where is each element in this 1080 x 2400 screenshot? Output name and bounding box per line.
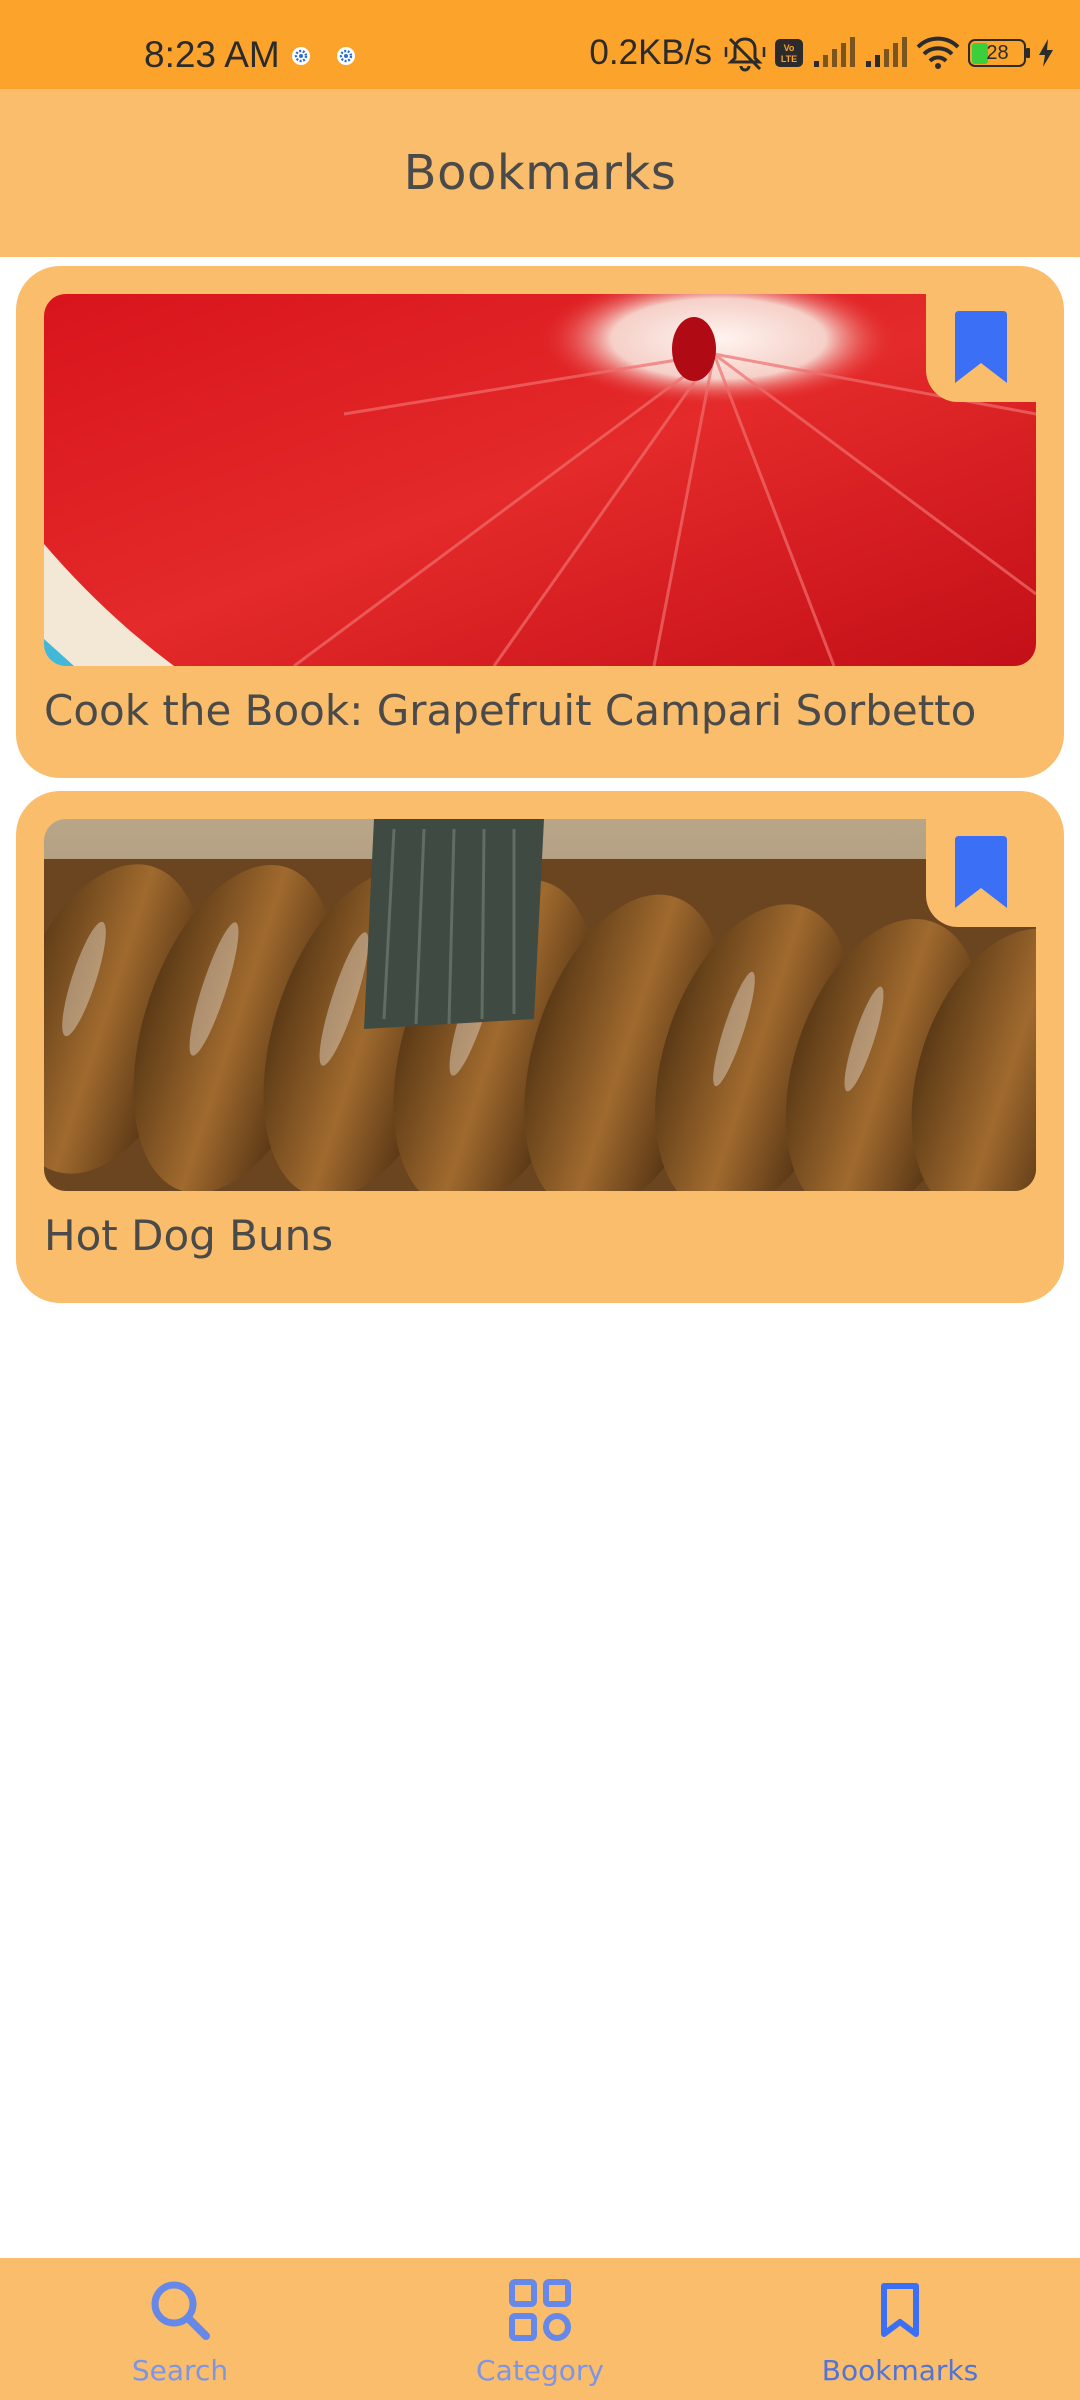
recipe-card[interactable]: Cook the Book: Grapefruit Campari Sorbet… (16, 266, 1064, 778)
status-icons: 0.2KB/s Vo LTE 28 (589, 30, 1054, 76)
recipe-title: Hot Dog Buns (44, 1211, 334, 1260)
nav-label-search: Search (131, 2354, 229, 2387)
bottom-navigation: Search Category Bookmarks (0, 2258, 1080, 2400)
nav-item-search[interactable]: Search (0, 2258, 360, 2400)
bookmark-filled-icon (955, 836, 1007, 908)
recipe-image[interactable] (44, 294, 1036, 666)
bread-photo (44, 819, 1036, 1191)
bookmark-filled-icon (955, 311, 1007, 383)
battery-level: 28 (986, 42, 1009, 64)
status-bar: 8:23 AM 0.2KB/s Vo LTE 28 (0, 0, 1080, 89)
signal-icon (814, 37, 855, 67)
nav-item-bookmarks[interactable]: Bookmarks (720, 2258, 1080, 2400)
mute-bell-icon (724, 37, 766, 72)
signal-icon (866, 37, 907, 67)
nav-item-category[interactable]: Category (360, 2258, 720, 2400)
svg-text:Vo: Vo (784, 43, 795, 53)
bookmark-toggle[interactable] (926, 817, 1036, 927)
nav-label-bookmarks: Bookmarks (821, 2354, 979, 2387)
network-speed: 0.2KB/s (589, 33, 712, 72)
recipe-image[interactable] (44, 819, 1036, 1191)
recipe-card[interactable]: Hot Dog Buns (16, 791, 1064, 1303)
settings-notification-icon (292, 47, 310, 65)
nav-label-category: Category (476, 2354, 604, 2387)
recipe-title: Cook the Book: Grapefruit Campari Sorbet… (44, 686, 977, 735)
grid-icon (509, 2279, 571, 2341)
volte-icon: Vo LTE (775, 39, 803, 67)
battery-icon: 28 (968, 39, 1030, 67)
charging-icon (1039, 39, 1053, 67)
grapefruit-photo (44, 294, 1036, 666)
app-bar: Bookmarks (0, 89, 1080, 257)
status-time: 8:23 AM (144, 34, 280, 75)
bookmark-toggle[interactable] (926, 292, 1036, 402)
settings-notification-icon (337, 47, 355, 65)
svg-text:LTE: LTE (781, 54, 797, 64)
bookmark-outline-icon (881, 2283, 919, 2337)
search-icon (151, 2281, 210, 2340)
wifi-icon (916, 36, 960, 69)
page-title: Bookmarks (403, 145, 677, 201)
